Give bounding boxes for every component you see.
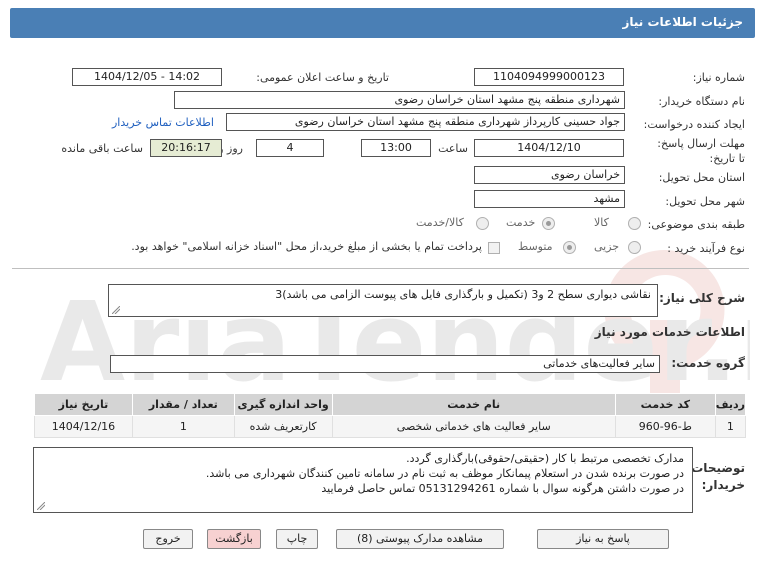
- category-option-service-label: خدمت: [506, 216, 536, 229]
- services-heading: اطلاعات خدمات مورد نیاز: [594, 325, 745, 339]
- deadline-date-field: 1404/12/10: [474, 139, 624, 157]
- buyer-notes-line: در صورت برنده شدن در استعلام پیمانکار مو…: [205, 467, 684, 480]
- header-bar: جزئیات اطلاعات نیاز: [10, 8, 755, 38]
- category-service-radio[interactable]: [542, 217, 555, 230]
- services-table: ردیف کد خدمت نام خدمت واحد اندازه گیری ت…: [34, 393, 747, 438]
- purchase-type-label: نوع فرآیند خرید :: [667, 242, 745, 255]
- remaining-label: ساعت باقی مانده: [61, 142, 143, 155]
- deadline-label: مهلت ارسال پاسخ: تا تاریخ:: [657, 137, 745, 165]
- description-text: نقاشی دیواری سطح 2 و3 (تکمیل و بارگذاری …: [275, 288, 651, 301]
- buyer-org-label: نام دستگاه خریدار:: [658, 95, 745, 108]
- category-goods-radio[interactable]: [628, 217, 641, 230]
- need-number-label: شماره نیاز:: [692, 71, 745, 84]
- buyer-notes-line: مدارک تخصصی مرتبط با کار (حقیقی/حقوقی)با…: [406, 452, 684, 465]
- print-button[interactable]: چاپ: [276, 529, 318, 549]
- requester-field: جواد حسینی کارپرداز شهرداری منطقه پنج مش…: [226, 113, 625, 131]
- service-group-field: سایر فعالیت‌های خدماتی: [110, 355, 660, 373]
- remaining-time-field: 20:16:17: [150, 139, 222, 157]
- category-option-goods-label: کالا: [594, 216, 609, 229]
- resize-handle-icon[interactable]: [112, 306, 120, 314]
- delivery-city-label: شهر محل تحویل:: [665, 195, 745, 208]
- buyer-notes-textarea: مدارک تخصصی مرتبط با کار (حقیقی/حقوقی)با…: [33, 447, 693, 513]
- col-unit: واحد اندازه گیری: [233, 393, 333, 416]
- requester-label: ایجاد کننده درخواست:: [643, 118, 745, 131]
- treasury-payment-note: پرداخت تمام یا بخشی از مبلغ خرید،از محل …: [131, 240, 482, 253]
- buyer-notes-line: در صورت داشتن هرگونه سوال با شماره 05131…: [321, 482, 684, 495]
- deadline-time-field: 13:00: [361, 139, 431, 157]
- remaining-days-field: 4: [256, 139, 324, 157]
- col-service-name: نام خدمت: [331, 393, 616, 416]
- resize-handle-icon[interactable]: [37, 502, 45, 510]
- description-textarea: نقاشی دیواری سطح 2 و3 (تکمیل و بارگذاری …: [108, 284, 658, 317]
- col-quantity: تعداد / مقدار: [131, 393, 235, 416]
- col-need-date: تاریخ نیاز: [34, 393, 133, 416]
- cell-service-code: ط-96-960: [614, 415, 716, 438]
- cell-row: 1: [714, 415, 747, 438]
- cell-unit: کارتعریف شده: [233, 415, 333, 438]
- announce-datetime-label: تاریخ و ساعت اعلان عمومی:: [256, 71, 389, 84]
- cell-need-date: 1404/12/16: [34, 415, 133, 438]
- col-service-code: کد خدمت: [614, 393, 716, 416]
- buyer-notes-label: توضیحات خریدار:: [691, 461, 745, 492]
- purchase-minor-label: جزیی: [594, 240, 620, 253]
- reply-button[interactable]: پاسخ به نیاز: [537, 529, 669, 549]
- category-both-radio[interactable]: [476, 217, 489, 230]
- view-documents-button[interactable]: مشاهده مدارک پیوستی (8): [336, 529, 504, 549]
- announce-datetime-field: 1404/12/05 - 14:02: [72, 68, 222, 86]
- buyer-org-field: شهرداری منطقه پنج مشهد استان خراسان رضوی: [174, 91, 625, 109]
- back-button[interactable]: بازگشت: [207, 529, 261, 549]
- category-label: طبقه بندی موضوعی:: [647, 218, 745, 231]
- need-number-field: 1104094999000123: [474, 68, 624, 86]
- delivery-province-label: استان محل تحویل:: [658, 171, 745, 184]
- purchase-minor-radio[interactable]: [628, 241, 641, 254]
- delivery-city-field: مشهد: [474, 190, 625, 208]
- service-group-label: گروه خدمت:: [671, 356, 745, 370]
- exit-button[interactable]: خروج: [143, 529, 193, 549]
- cell-quantity: 1: [131, 415, 235, 438]
- divider: [12, 268, 749, 269]
- table-row: 1 ط-96-960 سایر فعالیت های خدماتی شخصی ک…: [34, 415, 747, 438]
- delivery-province-field: خراسان رضوی: [474, 166, 625, 184]
- category-option-both-label: کالا/خدمت: [416, 216, 464, 229]
- cell-service-name: سایر فعالیت های خدماتی شخصی: [331, 415, 616, 438]
- page-title: جزئیات اطلاعات نیاز: [622, 15, 743, 29]
- table-header-row: ردیف کد خدمت نام خدمت واحد اندازه گیری ت…: [34, 393, 747, 416]
- purchase-medium-radio[interactable]: [563, 241, 576, 254]
- buyer-contact-link[interactable]: اطلاعات تماس خریدار: [112, 116, 214, 129]
- page-header: جزئیات اطلاعات نیاز: [0, 0, 761, 42]
- description-label: شرح کلی نیاز:: [659, 291, 745, 305]
- col-row: ردیف: [714, 393, 747, 416]
- purchase-medium-label: متوسط: [518, 240, 553, 253]
- treasury-payment-checkbox[interactable]: [488, 242, 500, 254]
- deadline-time-label: ساعت: [438, 142, 468, 155]
